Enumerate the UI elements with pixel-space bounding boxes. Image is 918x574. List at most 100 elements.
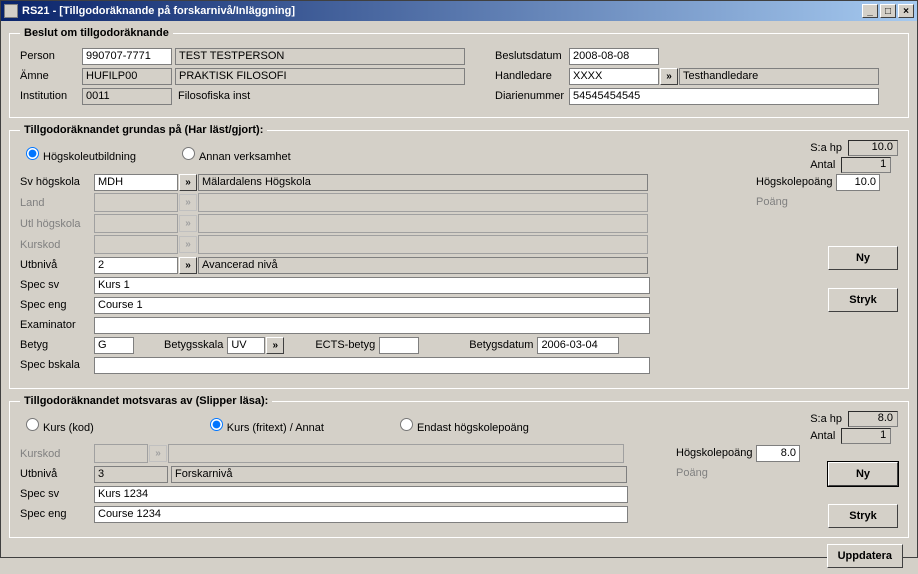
grundas-ny-button[interactable]: Ny (828, 246, 898, 270)
amne-name-display (175, 68, 465, 85)
section-grundas-legend: Tillgodoräknandet grundas på (Har läst/g… (20, 124, 267, 136)
kurskod-code-input (94, 235, 178, 254)
radio-endast-label[interactable]: Endast högskolepoäng (394, 415, 529, 434)
sum-hp-label: S:a hp (810, 142, 842, 154)
land-code-input (94, 193, 178, 212)
motsvaras-summary: S:a hp 8.0 Antal 1 (810, 411, 898, 445)
kurskod-lookup-button: » (179, 236, 197, 253)
radio-endast[interactable] (400, 418, 413, 431)
person-name-display (175, 48, 465, 65)
kurskod3-code-input (94, 444, 148, 463)
betyg-label: Betyg (20, 339, 94, 351)
sum-hp-value: 8.0 (848, 411, 898, 427)
specsv3-label: Spec sv (20, 488, 94, 500)
window-title: RS21 - [Tillgodoräknande på forskarnivå/… (22, 5, 862, 17)
radio-fritext[interactable] (210, 418, 223, 431)
betygsskala-label: Betygsskala (164, 339, 223, 351)
antal-label: Antal (810, 430, 835, 442)
betygsdatum-input[interactable] (537, 337, 619, 354)
app-window: RS21 - [Tillgodoräknande på forskarnivå/… (0, 0, 918, 558)
speceng-input[interactable] (94, 297, 650, 314)
ectsbetyg-label: ECTS-betyg (315, 339, 375, 351)
hp3-label: Högskolepoäng (676, 447, 756, 459)
kurskod-label: Kurskod (20, 239, 94, 251)
beslutsdatum-label: Beslutsdatum (495, 50, 569, 62)
poang3-label: Poäng (676, 467, 756, 479)
hp3-input[interactable] (756, 445, 800, 462)
grundas-stryk-button[interactable]: Stryk (828, 288, 898, 312)
diarienr-input[interactable] (569, 88, 879, 105)
amne-label: Ämne (20, 70, 82, 82)
inst-name-display: Filosofiska inst (178, 90, 250, 102)
radio-kurs-label[interactable]: Kurs (kod) (20, 415, 94, 434)
antal-value: 1 (841, 428, 891, 444)
utbniva-lookup-button[interactable]: » (179, 257, 197, 274)
radio-annan-label[interactable]: Annan verksamhet (176, 144, 291, 163)
svhog-code-input[interactable] (94, 174, 178, 191)
svhog-name-display (198, 174, 648, 191)
specbskala-input[interactable] (94, 357, 650, 374)
hp-input[interactable] (836, 174, 880, 191)
handledare-label: Handledare (495, 70, 569, 82)
titlebar: RS21 - [Tillgodoräknande på forskarnivå/… (1, 1, 917, 21)
examinator-input[interactable] (94, 317, 650, 334)
utlhog-name-display (198, 214, 648, 233)
amne-code-display (82, 68, 172, 85)
betygsskala-input[interactable] (227, 337, 265, 354)
utbniva3-name-display (171, 466, 627, 483)
utlhog-code-input (94, 214, 178, 233)
minimize-button[interactable]: _ (862, 4, 878, 18)
section-motsvaras-legend: Tillgodoräknandet motsvaras av (Slipper … (20, 395, 272, 407)
person-label: Person (20, 50, 82, 62)
specsv-input[interactable] (94, 277, 650, 294)
beslutsdatum-input[interactable] (569, 48, 659, 65)
sum-hp-label: S:a hp (810, 413, 842, 425)
antal-label: Antal (810, 159, 835, 171)
betyg-input[interactable] (94, 337, 134, 354)
utbniva-label: Utbnivå (20, 259, 94, 271)
motsvaras-stryk-button[interactable]: Stryk (828, 504, 898, 528)
land-label: Land (20, 197, 94, 209)
specsv-label: Spec sv (20, 279, 94, 291)
maximize-button[interactable]: □ (880, 4, 896, 18)
utbniva3-code-display (94, 466, 168, 483)
section-grundas: Tillgodoräknandet grundas på (Har läst/g… (9, 124, 909, 389)
radio-annan[interactable] (182, 147, 195, 160)
app-icon (4, 4, 18, 18)
svhog-lookup-button[interactable]: » (179, 174, 197, 191)
close-button[interactable]: × (898, 4, 914, 18)
handledare-code-input[interactable] (569, 68, 659, 85)
utbniva-code-input[interactable] (94, 257, 178, 274)
section-beslut-legend: Beslut om tillgodoräknande (20, 27, 173, 39)
specbskala-label: Spec bskala (20, 359, 94, 371)
kurskod3-lookup-button: » (149, 445, 167, 462)
section-beslut: Beslut om tillgodoräknande Person Ämne I… (9, 27, 909, 118)
hp-label: Högskolepoäng (756, 176, 836, 188)
poang-label: Poäng (756, 196, 836, 208)
sum-hp-value: 10.0 (848, 140, 898, 156)
radio-hogsk[interactable] (26, 147, 39, 160)
radio-fritext-label[interactable]: Kurs (fritext) / Annat (204, 415, 324, 434)
specsv3-input[interactable] (94, 486, 628, 503)
kurskod3-label: Kurskod (20, 448, 94, 460)
examinator-label: Examinator (20, 319, 94, 331)
svhog-label: Sv högskola (20, 176, 94, 188)
betygsskala-lookup-button[interactable]: » (266, 337, 284, 354)
speceng3-input[interactable] (94, 506, 628, 523)
land-name-display (198, 193, 648, 212)
motsvaras-ny-button[interactable]: Ny (828, 462, 898, 486)
inst-label: Institution (20, 90, 82, 102)
radio-kurs[interactable] (26, 418, 39, 431)
speceng3-label: Spec eng (20, 508, 94, 520)
utlhog-label: Utl högskola (20, 218, 94, 230)
person-id-input[interactable] (82, 48, 172, 65)
radio-hogsk-label[interactable]: Högskoleutbildning (20, 144, 136, 163)
betygsdatum-label: Betygsdatum (469, 339, 533, 351)
ectsbetyg-input[interactable] (379, 337, 419, 354)
uppdatera-button[interactable]: Uppdatera (827, 544, 903, 568)
kurskod3-name-display (168, 444, 624, 463)
diarienr-label: Diarienummer (495, 90, 569, 102)
handledare-lookup-button[interactable]: » (660, 68, 678, 85)
inst-code-display (82, 88, 172, 105)
grundas-summary: S:a hp10.0 Antal1 (810, 140, 898, 174)
